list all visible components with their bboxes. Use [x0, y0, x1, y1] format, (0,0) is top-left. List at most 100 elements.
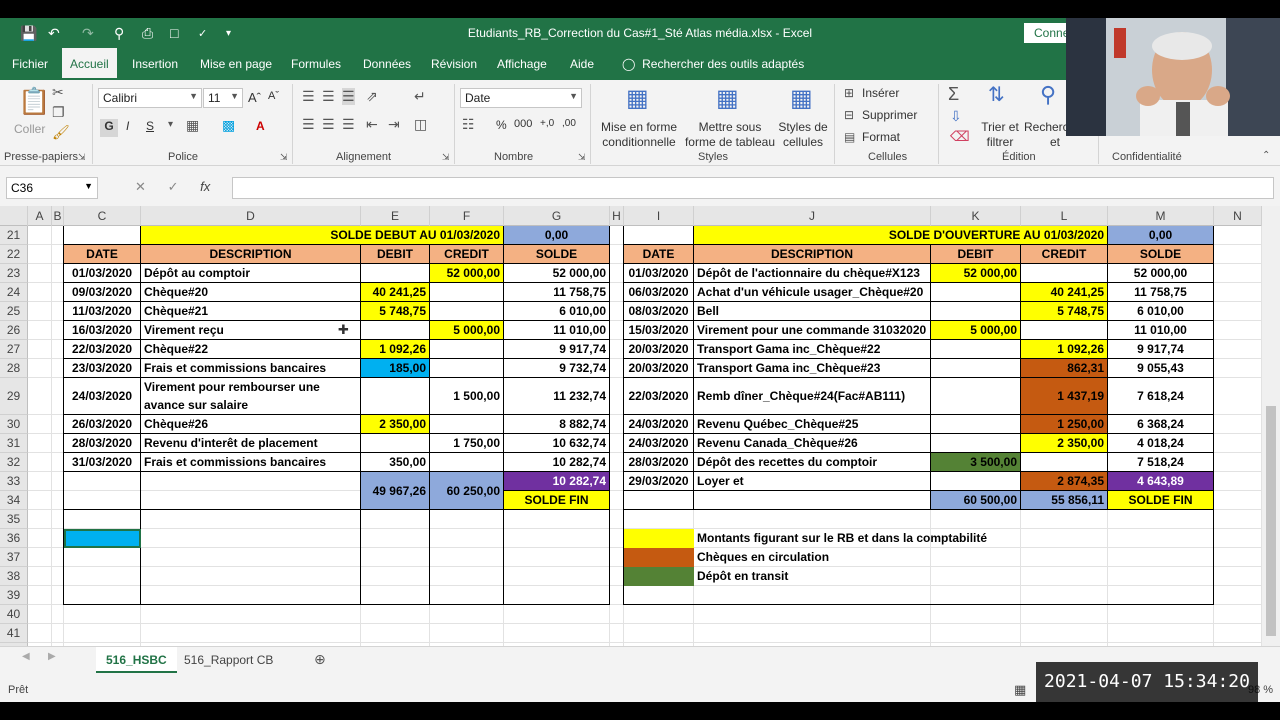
left-desc-27[interactable]: Chèque#22 [141, 340, 361, 359]
left-date-28[interactable]: 23/03/2020 [64, 359, 141, 378]
right-date-25[interactable]: 08/03/2020 [624, 302, 694, 321]
left-debit-27[interactable]: 1 092,26 [361, 340, 430, 359]
tab-page-layout[interactable]: Mise en page [192, 48, 280, 80]
left-empty-box-e[interactable] [361, 510, 430, 605]
row-header-38[interactable]: 38 [0, 567, 28, 586]
scrollbar-thumb[interactable] [1266, 406, 1276, 636]
row-header-24[interactable]: 24 [0, 283, 28, 302]
row-header-41[interactable]: 41 [0, 624, 28, 643]
row-header-25[interactable]: 25 [0, 302, 28, 321]
right-solde-23[interactable]: 52 000,00 [1108, 264, 1214, 283]
row-header-22[interactable]: 22 [0, 245, 28, 264]
align-center-icon[interactable]: ☰ [322, 116, 335, 133]
right-credit-33[interactable]: 2 874,35 [1021, 472, 1108, 491]
tab-help[interactable]: Aide [562, 48, 602, 80]
left-date-31[interactable]: 28/03/2020 [64, 434, 141, 453]
increase-decimal-icon[interactable]: +,0 [540, 118, 554, 129]
right-date-33[interactable]: 29/03/2020 [624, 472, 694, 491]
row-header-34[interactable]: 34 [0, 491, 28, 510]
right-header-credit[interactable]: CREDIT [1021, 245, 1108, 264]
left-solde-30[interactable]: 8 882,74 [504, 415, 610, 434]
column-header-m[interactable]: M [1108, 206, 1214, 226]
tab-home[interactable]: Accueil [62, 48, 117, 80]
right-credit-24[interactable]: 40 241,25 [1021, 283, 1108, 302]
right-credit-29[interactable]: 1 437,19 [1021, 378, 1108, 415]
align-right-icon[interactable]: ☰ [342, 116, 355, 133]
right-opening-value[interactable]: 0,00 [1108, 226, 1214, 245]
paste-button[interactable]: Coller [14, 122, 45, 136]
collapse-ribbon-icon[interactable]: ⌃ [1262, 150, 1270, 161]
left-date-27[interactable]: 22/03/2020 [64, 340, 141, 359]
right-credit-27[interactable]: 1 092,26 [1021, 340, 1108, 359]
sheet-tab-516-hsbc[interactable]: 516_HSBC [96, 647, 177, 673]
conditional-format-icon[interactable]: ▦ [626, 84, 649, 113]
right-empty-date-total[interactable] [624, 491, 694, 510]
left-debit-29[interactable] [361, 378, 430, 415]
left-date-26[interactable]: 16/03/2020 [64, 321, 141, 340]
borders-icon[interactable]: ▦ [186, 117, 199, 134]
left-empty-desc-total[interactable] [141, 472, 361, 510]
column-header-g[interactable]: G [504, 206, 610, 226]
right-solde-28[interactable]: 9 055,43 [1108, 359, 1214, 378]
insert-function-icon[interactable]: fx [200, 179, 210, 194]
right-desc-23[interactable]: Dépôt de l'actionnaire du chèque#X123 [694, 264, 931, 283]
left-opening-value[interactable]: 0,00 [504, 226, 610, 245]
right-header-debit[interactable]: DEBIT [931, 245, 1021, 264]
right-date-24[interactable]: 06/03/2020 [624, 283, 694, 302]
right-desc-25[interactable]: Bell Mobility_Chèque#21(Fac#bell012020) [694, 302, 931, 321]
left-credit-23[interactable]: 52 000,00 [430, 264, 504, 283]
right-date-31[interactable]: 24/03/2020 [624, 434, 694, 453]
delete-cells-icon[interactable]: ⊟ [844, 108, 854, 122]
sort-filter-icon[interactable]: ⇅ [988, 82, 1005, 107]
row-header-35[interactable]: 35 [0, 510, 28, 529]
right-date-30[interactable]: 24/03/2020 [624, 415, 694, 434]
left-credit-26[interactable]: 5 000,00 [430, 321, 504, 340]
right-desc-30[interactable]: Revenu Québec_Chèque#25 [694, 415, 931, 434]
left-credit-30[interactable] [430, 415, 504, 434]
insert-cells-button[interactable]: Insérer [862, 86, 899, 100]
add-sheet-icon[interactable]: ⊕ [314, 651, 326, 668]
left-date-29[interactable]: 24/03/2020 [64, 378, 141, 415]
row-header-33[interactable]: 33 [0, 472, 28, 491]
column-header-n[interactable]: N [1214, 206, 1262, 226]
tab-review[interactable]: Révision [423, 48, 485, 80]
left-debit-31[interactable] [361, 434, 430, 453]
row-header-36[interactable]: 36 [0, 529, 28, 548]
right-debit-24[interactable] [931, 283, 1021, 302]
right-solde-25[interactable]: 6 010,00 [1108, 302, 1214, 321]
font-size-select[interactable]: 11 ▼ [203, 88, 243, 108]
left-debit-24[interactable]: 40 241,25 [361, 283, 430, 302]
left-header-debit[interactable]: DEBIT [361, 245, 430, 264]
cancel-entry-icon[interactable]: ✕ [135, 179, 146, 194]
decrease-font-icon[interactable]: Aˇ [268, 90, 279, 102]
left-desc-32[interactable]: Frais et commissions bancaires [141, 453, 361, 472]
row-header-31[interactable]: 31 [0, 434, 28, 453]
row-header-28[interactable]: 28 [0, 359, 28, 378]
left-credit-27[interactable] [430, 340, 504, 359]
right-credit-31[interactable]: 2 350,00 [1021, 434, 1108, 453]
right-total-debit[interactable]: 60 500,00 [931, 491, 1021, 510]
format-painter-icon[interactable]: 🖌 [52, 124, 70, 141]
column-header-k[interactable]: K [931, 206, 1021, 226]
select-all-corner[interactable] [0, 206, 28, 226]
right-desc-26[interactable]: Virement pour une commande 31032020 [694, 321, 931, 340]
right-final-label[interactable]: SOLDE FIN [1108, 491, 1214, 510]
number-format-select[interactable]: Date ▼ [460, 88, 582, 108]
prev-sheet-icon[interactable]: ◀ [22, 651, 30, 662]
left-desc-26[interactable]: Virement reçu [141, 321, 361, 340]
row-header-21[interactable]: 21 [0, 226, 28, 245]
row-header-30[interactable]: 30 [0, 415, 28, 434]
right-debit-27[interactable] [931, 340, 1021, 359]
left-empty-date-total[interactable] [64, 472, 141, 510]
tab-formulas[interactable]: Formules [283, 48, 349, 80]
right-debit-26[interactable]: 5 000,00 [931, 321, 1021, 340]
cell-styles-button[interactable]: Styles de cellules [778, 120, 828, 150]
sheet-tab-516-rapport-cb[interactable]: 516_Rapport CB [174, 647, 283, 673]
tab-view[interactable]: Affichage [489, 48, 555, 80]
left-date-25[interactable]: 11/03/2020 [64, 302, 141, 321]
row-header-26[interactable]: 26 [0, 321, 28, 340]
left-final-balance[interactable]: 10 282,74 [504, 472, 610, 491]
right-desc-33[interactable]: Loyer et parking_Chèque#27_FacLS02/20 [694, 472, 931, 491]
left-debit-23[interactable] [361, 264, 430, 283]
right-debit-33[interactable] [931, 472, 1021, 491]
